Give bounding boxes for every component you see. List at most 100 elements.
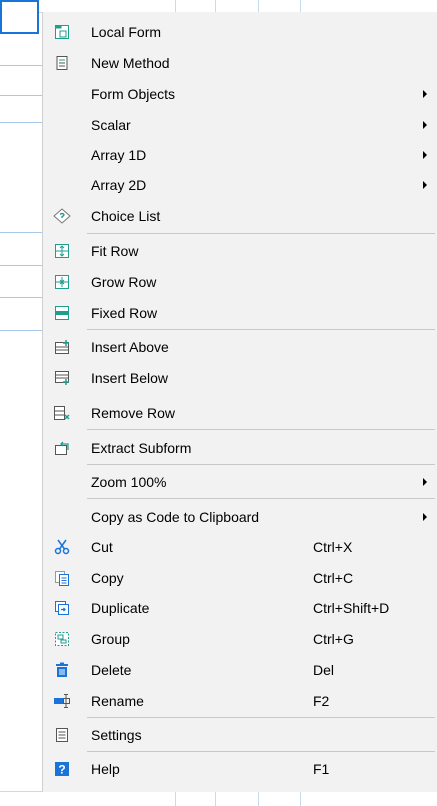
grid-line [0, 297, 42, 298]
menu-item-label: Settings [91, 726, 142, 743]
grid-line [0, 330, 42, 331]
menu-item-rename[interactable]: Rename F2 [43, 685, 437, 716]
fit-row-icon [53, 242, 71, 260]
grid-line [300, 792, 301, 806]
menu-item-label: Array 1D [91, 146, 147, 163]
menu-item-label: Array 2D [91, 176, 147, 193]
menu-separator [87, 329, 435, 330]
fixed-row-icon [53, 304, 71, 322]
grid-line [0, 232, 42, 233]
menu-item-label: Help [91, 760, 120, 777]
menu-item-array-2d[interactable]: Array 2D [43, 169, 437, 200]
menu-item-cut[interactable]: Cut Ctrl+X [43, 531, 437, 562]
menu-item-shortcut: F2 [313, 692, 330, 709]
menu-item-help[interactable]: ? Help F1 [43, 753, 437, 784]
menu-item-insert-below[interactable]: Insert Below [43, 362, 437, 393]
menu-item-local-form[interactable]: Local Form [43, 16, 437, 47]
grid-line [0, 122, 42, 123]
menu-item-label: Group [91, 630, 130, 647]
menu-item-label: Grow Row [91, 273, 157, 290]
scissors-icon [53, 538, 71, 556]
grid-line [0, 65, 42, 66]
menu-separator [87, 233, 435, 234]
submenu-arrow-icon [423, 477, 427, 486]
menu-item-shortcut: Ctrl+G [313, 630, 354, 647]
selected-cell[interactable] [0, 0, 39, 34]
menu-item-label: Insert Below [91, 369, 169, 386]
trash-icon [53, 661, 71, 679]
menu-item-label: Duplicate [91, 599, 150, 616]
svg-text:?: ? [58, 762, 65, 776]
grid-line [258, 792, 259, 806]
menu-item-label: Copy [91, 569, 124, 586]
menu-separator [87, 717, 435, 718]
copy-icon [53, 569, 71, 587]
grid-line [175, 792, 176, 806]
menu-item-copy-as-code[interactable]: Copy as Code to Clipboard [43, 501, 437, 532]
menu-item-group[interactable]: Group Ctrl+G [43, 623, 437, 654]
insert-above-icon [53, 338, 71, 356]
settings-icon [53, 726, 71, 744]
grow-row-icon [53, 273, 71, 291]
group-icon [53, 630, 71, 648]
grid-line [300, 0, 301, 12]
method-icon [53, 54, 71, 72]
menu-item-zoom[interactable]: Zoom 100% [43, 466, 437, 497]
menu-item-choice-list[interactable]: Choice List [43, 200, 437, 231]
grid-line [258, 0, 259, 12]
menu-item-label: Rename [91, 692, 144, 709]
menu-item-label: Extract Subform [91, 439, 192, 456]
duplicate-icon [53, 599, 71, 617]
grid-line [215, 792, 216, 806]
help-icon: ? [53, 760, 71, 778]
menu-item-label: Delete [91, 661, 132, 678]
menu-item-extract-subform[interactable]: Extract Subform [43, 432, 437, 463]
menu-item-label: New Method [91, 54, 170, 71]
extract-subform-icon [53, 439, 71, 457]
menu-item-remove-row[interactable]: Remove Row [43, 397, 437, 428]
menu-item-fit-row[interactable]: Fit Row [43, 235, 437, 266]
menu-item-insert-above[interactable]: Insert Above [43, 331, 437, 362]
menu-item-shortcut: F1 [313, 760, 330, 777]
menu-separator [87, 498, 435, 499]
menu-item-shortcut: Del [313, 661, 335, 678]
menu-item-label: Zoom 100% [91, 473, 167, 490]
rename-icon [53, 692, 71, 710]
submenu-arrow-icon [423, 512, 427, 521]
context-menu: Local Form New Method Form Objects Scala… [42, 12, 437, 792]
menu-item-label: Local Form [91, 23, 162, 40]
menu-separator [87, 464, 435, 465]
grid-bottom-strip [0, 791, 437, 806]
menu-item-array-1d[interactable]: Array 1D [43, 139, 437, 170]
menu-item-label: Remove Row [91, 404, 176, 421]
menu-item-copy[interactable]: Copy Ctrl+C [43, 562, 437, 593]
menu-item-label: Fixed Row [91, 304, 158, 321]
grid-line [0, 265, 42, 266]
choice-list-icon [53, 207, 71, 225]
menu-item-shortcut: Ctrl+Shift+D [313, 599, 390, 616]
menu-item-new-method[interactable]: New Method [43, 47, 437, 78]
menu-item-grow-row[interactable]: Grow Row [43, 266, 437, 297]
submenu-arrow-icon [423, 89, 427, 98]
menu-item-label: Choice List [91, 207, 161, 224]
menu-item-scalar[interactable]: Scalar [43, 109, 437, 140]
menu-separator [87, 751, 435, 752]
grid-line [0, 95, 42, 96]
menu-item-label: Insert Above [91, 338, 169, 355]
menu-item-label: Copy as Code to Clipboard [91, 508, 260, 525]
submenu-arrow-icon [423, 150, 427, 159]
menu-item-delete[interactable]: Delete Del [43, 654, 437, 685]
menu-separator [87, 429, 435, 430]
menu-item-shortcut: Ctrl+C [313, 569, 354, 586]
menu-item-fixed-row[interactable]: Fixed Row [43, 297, 437, 328]
menu-item-label: Cut [91, 538, 113, 555]
menu-item-duplicate[interactable]: Duplicate Ctrl+Shift+D [43, 592, 437, 623]
insert-below-icon [53, 369, 71, 387]
local-form-icon [53, 23, 71, 41]
submenu-arrow-icon [423, 120, 427, 129]
menu-item-shortcut: Ctrl+X [313, 538, 353, 555]
menu-item-settings[interactable]: Settings [43, 719, 437, 750]
grid-line [215, 0, 216, 12]
menu-item-label: Fit Row [91, 242, 139, 259]
menu-item-form-objects[interactable]: Form Objects [43, 78, 437, 109]
